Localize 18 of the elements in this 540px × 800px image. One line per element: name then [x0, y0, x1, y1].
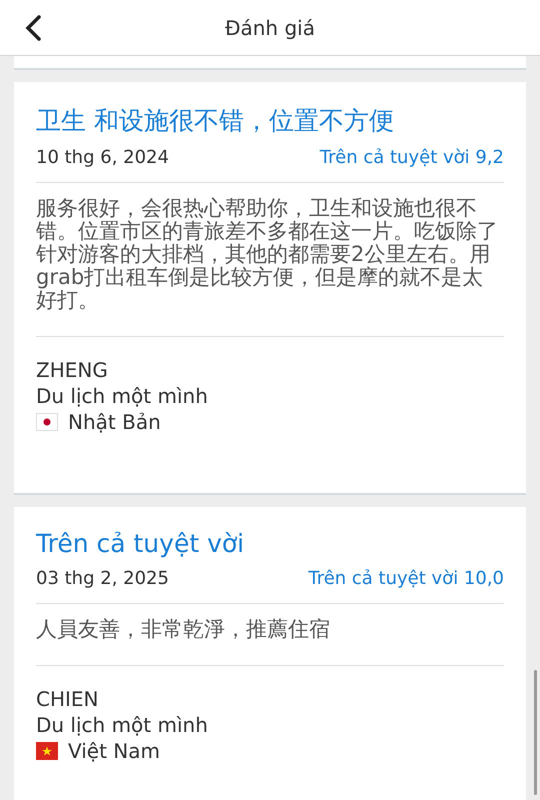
back-icon [24, 14, 42, 42]
country-name: Nhật Bản [68, 409, 161, 435]
flag-icon [36, 742, 58, 760]
review-date: 03 thg 2, 2025 [36, 568, 169, 589]
reviewer-name: CHIEN [36, 686, 100, 712]
review-date: 10 thg 6, 2024 [36, 147, 169, 168]
trip-type: Du lịch một mình [36, 383, 209, 409]
flag-icon [36, 413, 58, 431]
reviewer-name: ZHENG [36, 357, 109, 383]
review-title: 卫生 和设施很不错，位置不方便 [36, 105, 395, 137]
review-title: Trên cả tuyệt vời [36, 529, 246, 558]
review-text: 服务很好，会很热心帮助你，卫生和设施也很不错。位置市区的青旅差不多都在这一片。吃饭除了针对游客的大排档，其他的都需要2公里左右。用grab打出租车倒是比较方便，但是摩的就不是太好打。 [36, 197, 499, 312]
page-title: Đánh giá [225, 16, 315, 40]
review-text: 人員友善，非常乾淨，推薦住宿 [36, 618, 331, 641]
review-score: Trên cả tuyệt vời 9,2 [320, 147, 504, 168]
country-name: Việt Nam [68, 738, 160, 764]
trip-type: Du lịch một mình [36, 712, 209, 738]
review-score: Trên cả tuyệt vời 10,0 [308, 568, 504, 589]
